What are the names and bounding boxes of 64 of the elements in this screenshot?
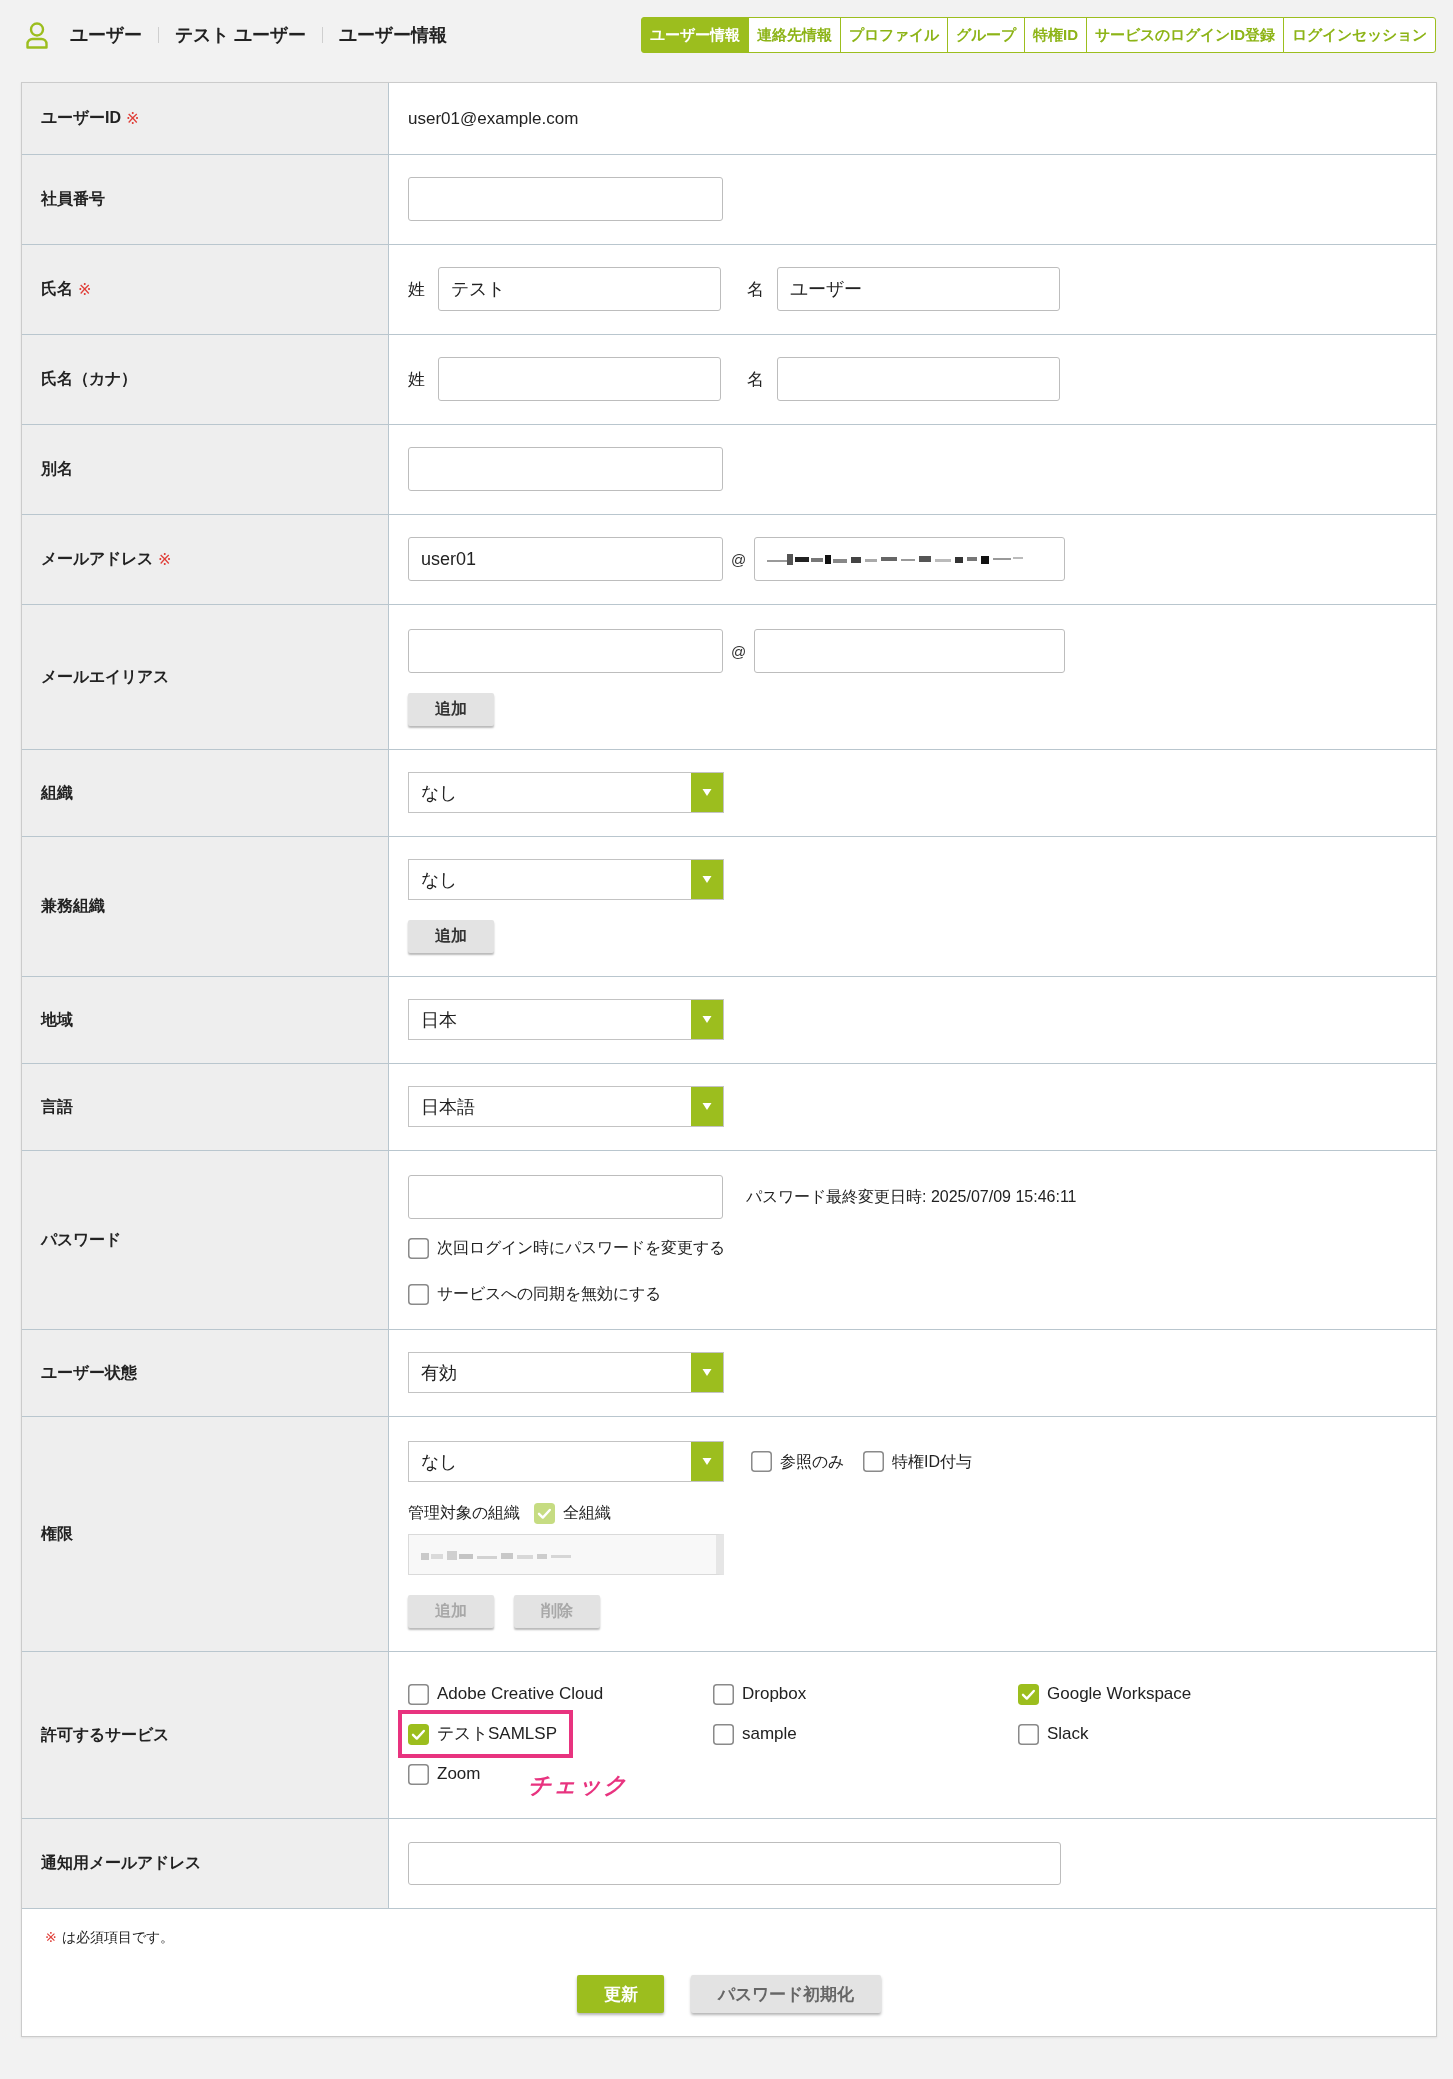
dropdown[interactable]: なし [408,859,724,900]
at-sign-text: @ [731,642,747,660]
secondary-button[interactable]: パスワード初期化 [691,1975,881,2013]
checkbox-option[interactable]: Adobe Creative Cloud [408,1682,604,1706]
required-note: ※ は必須項目です。 [45,1929,175,1947]
label-cell: 兼務組織 [22,837,389,976]
breadcrumb-item: ユーザー情報 [339,24,447,47]
label-cell: 社員番号 [22,155,389,244]
checkbox-option[interactable]: テストSAMLSP [408,1722,557,1746]
label-cell: 組織 [22,750,389,836]
label-cell: メールエイリアス [22,605,389,749]
field-prefix-text: 姓 [408,278,425,301]
text-input[interactable] [408,447,723,491]
checkbox-option[interactable]: Google Workspace [1018,1682,1192,1706]
dropdown[interactable]: 有効 [408,1352,724,1393]
dropdown[interactable]: なし [408,772,724,813]
text-input[interactable] [408,177,723,221]
text-input[interactable] [754,629,1066,673]
label-cell: ユーザー状態 [22,1330,389,1416]
label-cell: パスワード [22,1151,389,1329]
text-input[interactable]: ユーザー [777,267,1060,311]
org-listbox[interactable] [408,1534,724,1575]
label-cell: 権限 [22,1417,389,1651]
label-cell: 通知用メールアドレス [22,1819,389,1908]
password-changed-text: パスワード最終変更日時: 2025/07/09 15:46:11 [746,1186,1077,1207]
text-input[interactable]: テスト [438,267,721,311]
checkbox-option[interactable]: Zoom [408,1762,481,1786]
text-input[interactable] [438,357,721,401]
label-cell: 氏名（カナ） [22,335,389,424]
checkbox-option[interactable]: Slack [1018,1722,1089,1746]
annotation-text: チェック [528,1771,628,1800]
label-cell: 別名 [22,425,389,514]
text-input[interactable] [777,357,1060,401]
add-button[interactable]: 追加 [408,920,494,953]
add-button[interactable]: 追加 [408,693,494,726]
label-cell: 地域 [22,977,389,1063]
checkbox-option[interactable]: 次回ログイン時にパスワードを変更する [408,1236,725,1260]
label-cell: ユーザーID ※ [22,83,389,154]
breadcrumb-item[interactable]: ユーザー [70,23,142,47]
dropdown[interactable]: なし [408,1441,724,1482]
value-text: user01@example.com [408,108,579,130]
label-cell: 氏名 ※ [22,245,389,334]
field-prefix-text: 姓 [408,368,425,391]
user-icon [26,21,48,49]
breadcrumb-item[interactable]: テスト ユーザー [175,23,306,47]
checkbox-option[interactable]: Dropbox [713,1682,807,1706]
checkbox-option[interactable]: sample [713,1722,797,1746]
field-prefix-text: 名 [747,368,764,391]
checkbox-option[interactable]: 参照のみ [751,1449,844,1474]
text-input[interactable] [754,537,1066,581]
dropdown[interactable]: 日本語 [408,1086,724,1127]
label-cell: メールアドレス ※ [22,515,389,604]
password-input[interactable] [408,1175,723,1219]
checkbox-option[interactable]: 特権ID付与 [863,1449,972,1474]
at-sign-text: @ [731,550,747,568]
text-input[interactable] [408,1842,1061,1885]
field-prefix-text: 名 [747,278,764,301]
text-input[interactable]: user01 [408,537,723,581]
dropdown[interactable]: 日本 [408,999,724,1040]
label-cell: 言語 [22,1064,389,1150]
label-cell: 許可するサービス [22,1652,389,1818]
scope-label: 管理対象の組織 [408,1502,520,1523]
checkbox-option[interactable]: サービスへの同期を無効にする [408,1282,661,1306]
text-input[interactable] [408,629,723,673]
